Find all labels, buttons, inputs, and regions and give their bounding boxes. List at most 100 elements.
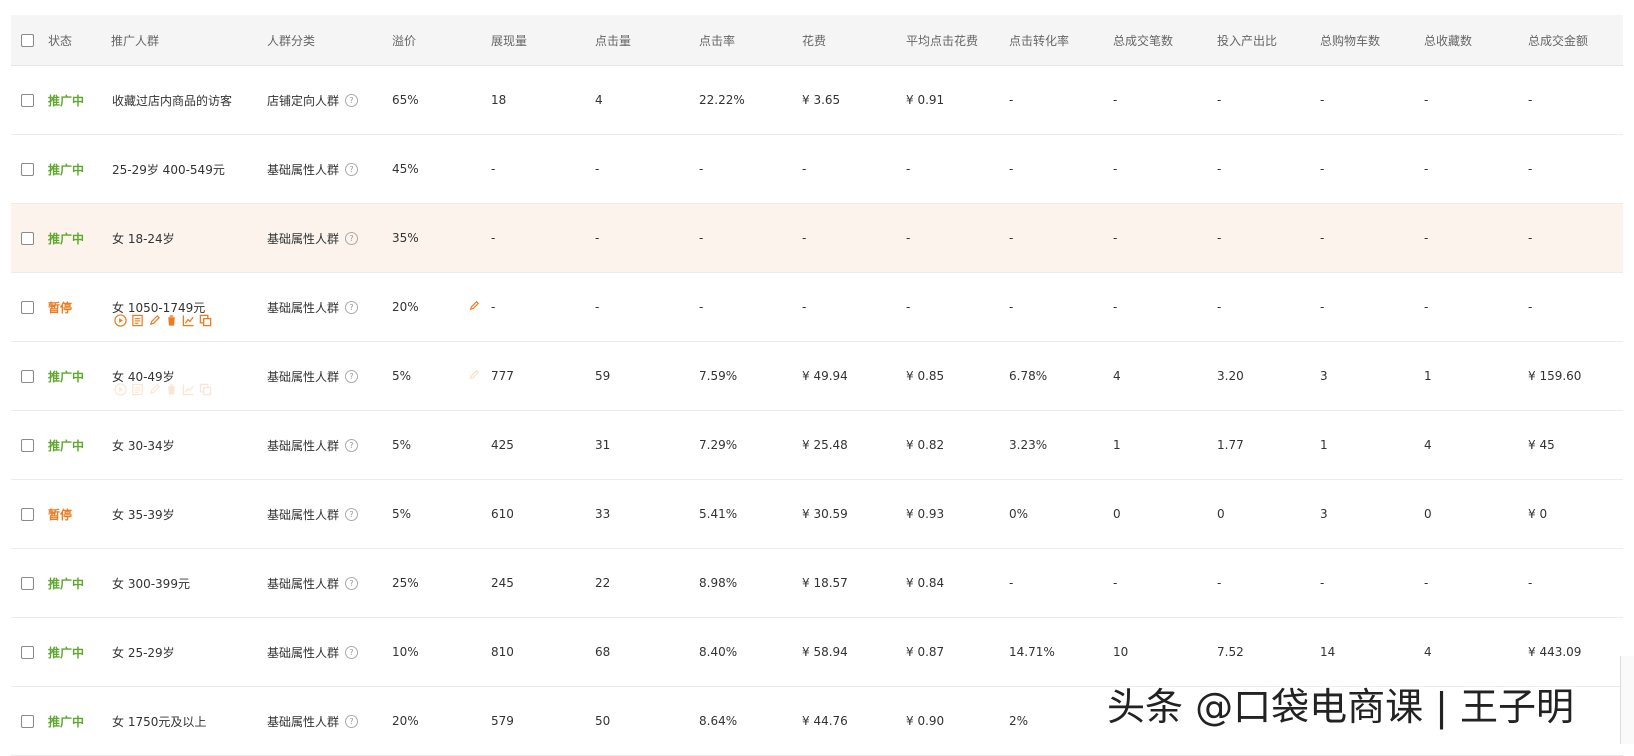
row-checkbox[interactable] bbox=[19, 687, 35, 755]
clicks-cell: 22 bbox=[595, 576, 611, 590]
cvr-cell: 14.71% bbox=[1009, 645, 1055, 659]
edit-icon[interactable] bbox=[148, 383, 161, 396]
status-text[interactable]: 推广中 bbox=[48, 549, 84, 617]
row-checkbox[interactable] bbox=[19, 273, 35, 341]
table-row[interactable]: 女 1050-1749元 暂停 基础属性人群? 20% - - - - - - - - - - - bbox=[11, 273, 1623, 342]
impressions-cell: 610 bbox=[491, 507, 514, 521]
status-text[interactable]: 推广中 bbox=[48, 135, 84, 203]
category-text: 基础属性人群 bbox=[267, 645, 340, 660]
ctr-cell: 8.98% bbox=[699, 576, 738, 590]
header-category[interactable]: 人群分类 bbox=[267, 15, 315, 65]
table-row[interactable]: 25-29岁 400-549元 推广中 基础属性人群? 45% - - - - - - - - - - - bbox=[11, 135, 1623, 204]
row-checkbox[interactable] bbox=[19, 618, 35, 686]
table-row[interactable]: 女 35-39岁 暂停 基础属性人群? 5% 610 33 5.41% ¥ 30.59 ¥ 0.… bbox=[11, 480, 1623, 549]
header-cpc[interactable]: 平均点击花费 bbox=[906, 15, 978, 65]
table-row[interactable]: 女 300-399元 推广中 基础属性人群? 25% 245 22 8.98% ¥ 18.57… bbox=[11, 549, 1623, 618]
header-crowd[interactable]: 推广人群 bbox=[111, 15, 159, 65]
status-text[interactable]: 推广中 bbox=[48, 687, 84, 755]
row-actions bbox=[114, 383, 212, 396]
cpc-cell: ¥ 0.84 bbox=[906, 576, 945, 590]
header-cvr[interactable]: 点击转化率 bbox=[1009, 15, 1069, 65]
table-row[interactable]: 女 18-24岁 推广中 基础属性人群? 35% - - - - - - - - - - - bbox=[11, 204, 1623, 273]
row-checkbox[interactable] bbox=[19, 411, 35, 479]
cost-cell: ¥ 44.76 bbox=[802, 714, 848, 728]
copy-icon[interactable] bbox=[199, 314, 212, 327]
status-text[interactable]: 推广中 bbox=[48, 411, 84, 479]
impressions-cell: - bbox=[491, 162, 496, 176]
edit-icon[interactable] bbox=[148, 314, 161, 327]
ctr-cell: 8.40% bbox=[699, 645, 738, 659]
delete-icon[interactable] bbox=[165, 383, 178, 396]
header-impressions[interactable]: 展现量 bbox=[491, 15, 527, 65]
cpc-cell: ¥ 0.87 bbox=[906, 645, 945, 659]
delete-icon[interactable] bbox=[165, 314, 178, 327]
cost-cell: ¥ 25.48 bbox=[802, 438, 848, 452]
select-all-checkbox[interactable] bbox=[19, 15, 35, 65]
status-text[interactable]: 推广中 bbox=[48, 66, 84, 134]
trend-chart-icon[interactable] bbox=[182, 314, 195, 327]
header-status[interactable]: 状态 bbox=[48, 15, 72, 65]
roi-cell: - bbox=[1217, 576, 1222, 590]
report-icon[interactable] bbox=[131, 314, 144, 327]
help-icon[interactable]: ? bbox=[345, 576, 359, 590]
premium-cell: 10% bbox=[392, 645, 419, 659]
row-checkbox[interactable] bbox=[19, 204, 35, 272]
header-ctr[interactable]: 点击率 bbox=[699, 15, 735, 65]
play-icon[interactable] bbox=[114, 383, 127, 396]
orders-cell: 0 bbox=[1113, 507, 1121, 521]
table-header: 状态 推广人群 人群分类 溢价 展现量 点击量 点击率 花费 平均点击花费 点击… bbox=[11, 15, 1623, 66]
cost-cell: - bbox=[802, 162, 807, 176]
edit-premium-icon[interactable] bbox=[468, 369, 480, 381]
row-checkbox[interactable] bbox=[19, 342, 35, 410]
status-text[interactable]: 推广中 bbox=[48, 204, 84, 272]
help-icon[interactable]: ? bbox=[345, 645, 359, 659]
table-row[interactable]: 女 40-49岁 推广中 基础属性人群? 5% 777 59 7.59% ¥ 49.94 ¥ 0… bbox=[11, 342, 1623, 411]
status-text[interactable]: 推广中 bbox=[48, 618, 84, 686]
row-checkbox[interactable] bbox=[19, 66, 35, 134]
cvr-cell: 2% bbox=[1009, 714, 1029, 728]
header-roi[interactable]: 投入产出比 bbox=[1217, 15, 1277, 65]
category-cell: 基础属性人群? bbox=[267, 135, 359, 203]
header-favorites[interactable]: 总收藏数 bbox=[1424, 15, 1472, 65]
edit-premium-icon[interactable] bbox=[468, 300, 480, 312]
report-icon[interactable] bbox=[131, 383, 144, 396]
status-text[interactable]: 暂停 bbox=[48, 273, 72, 341]
impressions-cell: - bbox=[491, 300, 496, 314]
trend-chart-icon[interactable] bbox=[182, 383, 195, 396]
header-orders[interactable]: 总成交笔数 bbox=[1113, 15, 1173, 65]
orders-cell: - bbox=[1113, 231, 1118, 245]
help-icon[interactable]: ? bbox=[345, 369, 359, 383]
header-premium[interactable]: 溢价 bbox=[392, 15, 416, 65]
premium-cell: 5% bbox=[392, 438, 412, 452]
header-cost[interactable]: 花费 bbox=[802, 15, 826, 65]
help-icon[interactable]: ? bbox=[345, 231, 359, 245]
header-clicks[interactable]: 点击量 bbox=[595, 15, 631, 65]
row-checkbox[interactable] bbox=[19, 549, 35, 617]
status-text[interactable]: 暂停 bbox=[48, 480, 72, 548]
cvr-cell: 6.78% bbox=[1009, 369, 1048, 383]
row-checkbox[interactable] bbox=[19, 135, 35, 203]
favorites-cell: 1 bbox=[1424, 369, 1432, 383]
table-row[interactable]: 女 30-34岁 推广中 基础属性人群? 5% 425 31 7.29% ¥ 25.48 ¥ 0… bbox=[11, 411, 1623, 480]
amount-cell: - bbox=[1528, 576, 1533, 590]
help-icon[interactable]: ? bbox=[345, 93, 359, 107]
clicks-cell: 31 bbox=[595, 438, 611, 452]
row-checkbox[interactable] bbox=[19, 480, 35, 548]
category-text: 基础属性人群 bbox=[267, 369, 340, 384]
help-icon[interactable]: ? bbox=[345, 438, 359, 452]
help-icon[interactable]: ? bbox=[345, 162, 359, 176]
status-text[interactable]: 推广中 bbox=[48, 342, 84, 410]
help-icon[interactable]: ? bbox=[345, 300, 359, 314]
table-row[interactable]: 收藏过店内商品的访客 推广中 店铺定向人群? 65% 18 4 22.22% ¥ 3.65 ¥ … bbox=[11, 66, 1623, 135]
horizontal-scrollbar[interactable] bbox=[1620, 656, 1634, 744]
category-cell: 基础属性人群? bbox=[267, 549, 359, 617]
copy-icon[interactable] bbox=[199, 383, 212, 396]
help-icon[interactable]: ? bbox=[345, 714, 359, 728]
cost-cell: - bbox=[802, 231, 807, 245]
play-icon[interactable] bbox=[114, 314, 127, 327]
header-cart[interactable]: 总购物车数 bbox=[1320, 15, 1380, 65]
header-amount[interactable]: 总成交金额 bbox=[1528, 15, 1588, 65]
clicks-cell: - bbox=[595, 162, 600, 176]
help-icon[interactable]: ? bbox=[345, 507, 359, 521]
premium-cell: 5% bbox=[392, 369, 412, 383]
